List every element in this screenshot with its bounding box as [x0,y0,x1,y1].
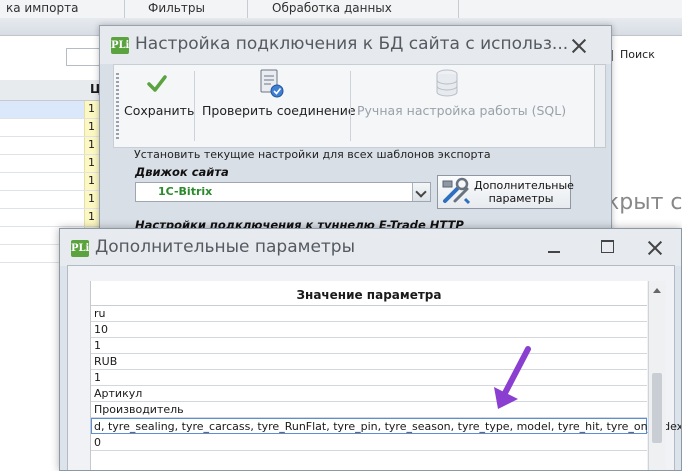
main-grid-header [0,80,100,101]
tab-filters-label: Фильтры [148,1,205,15]
param-value: d, tyre_sealing, tyre_carcass, tyre_RunF… [94,420,682,433]
table-row[interactable]: 1 [0,155,101,173]
param-value: 1 [94,339,101,352]
close-icon[interactable] [571,38,587,54]
background-partial-text: крыт с [606,190,682,215]
db-connection-dialog-titlebar[interactable]: PLi Настройка подключения к БД сайта с и… [100,26,611,64]
engine-select[interactable]: 1C-Bitrix [135,182,431,202]
param-value: Производитель [94,403,184,416]
tab-filters[interactable]: Фильтры [125,0,248,18]
param-value: 1 [94,371,101,384]
extra-params-dialog: PLi Дополнительные параметры Значение па… [59,228,682,471]
table-row[interactable]: Артикул [91,386,647,402]
search-link[interactable]: Поиск [620,48,655,61]
toolbar-separator [194,71,195,141]
table-row[interactable]: 1 [91,338,647,354]
table-row[interactable]: 1 [0,137,101,155]
table-row[interactable]: 1 [0,173,101,191]
checkmark-icon [147,75,167,92]
tools-icon [442,177,471,205]
row-value: 1 [88,102,95,115]
row-value: 1 [88,210,95,223]
db-connection-toolbar: Сохранить Проверить соединение Ручная на… [113,64,595,148]
maximize-icon[interactable] [601,240,614,253]
param-value: 10 [94,323,108,336]
params-grid-scrollbar[interactable] [648,281,666,470]
param-value: RUB [94,355,118,368]
table-row[interactable]: 1 [0,101,101,119]
extra-params-button-label: Дополнительные параметры [474,179,574,205]
table-row[interactable]: RUB [91,354,647,370]
app-logo-icon: PLi [71,240,89,257]
engine-select-value: 1C-Bitrix [158,185,213,198]
table-row[interactable]: 1 [0,209,101,227]
row-value: 1 [88,138,95,151]
toolbar-separator [350,71,351,141]
app-logo-icon: PLi [111,37,129,54]
tab-data-processing-label: Обработка данных [272,1,392,15]
save-button-label: Сохранить [124,103,195,118]
toolbar-scroll[interactable] [594,64,606,148]
engine-section-label: Движок сайта [135,165,229,179]
tab-data-processing[interactable]: Обработка данных [250,0,459,18]
scroll-thumb[interactable] [652,373,662,443]
param-value-edit-field[interactable]: d, tyre_sealing, tyre_carcass, tyre_RunF… [91,418,681,434]
apply-all-templates-label[interactable]: Установить текущие настройки для всех ша… [134,148,491,161]
db-connection-dialog: PLi Настройка подключения к БД сайта с и… [99,25,612,257]
table-row[interactable]: ru [91,306,647,322]
check-connection-button[interactable]: Проверить соединение [198,65,356,147]
scroll-up-icon[interactable] [653,288,661,293]
save-button[interactable]: Сохранить [122,65,194,147]
table-row[interactable]: 1 [0,191,101,209]
row-value: 1 [88,120,95,133]
extra-params-dialog-title: Дополнительные параметры [95,237,356,257]
close-icon[interactable] [647,240,663,256]
table-row[interactable]: Производитель [91,402,647,418]
param-value-column-header[interactable]: Значение параметра [91,288,647,306]
extra-params-content: Значение параметра ru 10 1 RUB 1 Артикул… [67,265,681,470]
check-connection-label: Проверить соединение [202,103,356,118]
annotation-arrow-icon [494,346,531,409]
main-filter-input[interactable] [66,48,100,66]
row-value: 1 [88,156,95,169]
table-row[interactable]: 1 [91,370,647,386]
param-value: Артикул [94,387,143,400]
tab-import-settings[interactable]: ка импорта [0,0,125,18]
row-value: 1 [88,192,95,205]
params-grid: Значение параметра ru 10 1 RUB 1 Артикул… [90,281,681,470]
param-value: ru [94,307,106,320]
toolbar-grip[interactable] [116,73,119,139]
chevron-down-icon[interactable] [412,183,430,201]
table-row[interactable]: 10 [91,322,647,338]
manual-sql-label: Ручная настройка работы (SQL) [357,103,567,118]
row-value: 1 [88,174,95,187]
database-icon [436,69,458,97]
manual-sql-button[interactable]: Ручная настройка работы (SQL) [354,65,566,147]
extra-params-dialog-titlebar[interactable]: PLi Дополнительные параметры [60,229,681,266]
minimize-icon[interactable] [548,251,560,253]
param-value: 0 [94,436,101,449]
table-row[interactable]: 1 [0,119,101,137]
db-connection-dialog-title: Настройка подключения к БД сайта с испол… [135,34,569,54]
connection-check-icon [260,69,284,98]
table-row[interactable]: 0 [91,435,647,451]
extra-params-button[interactable]: Дополнительные параметры [437,175,574,209]
